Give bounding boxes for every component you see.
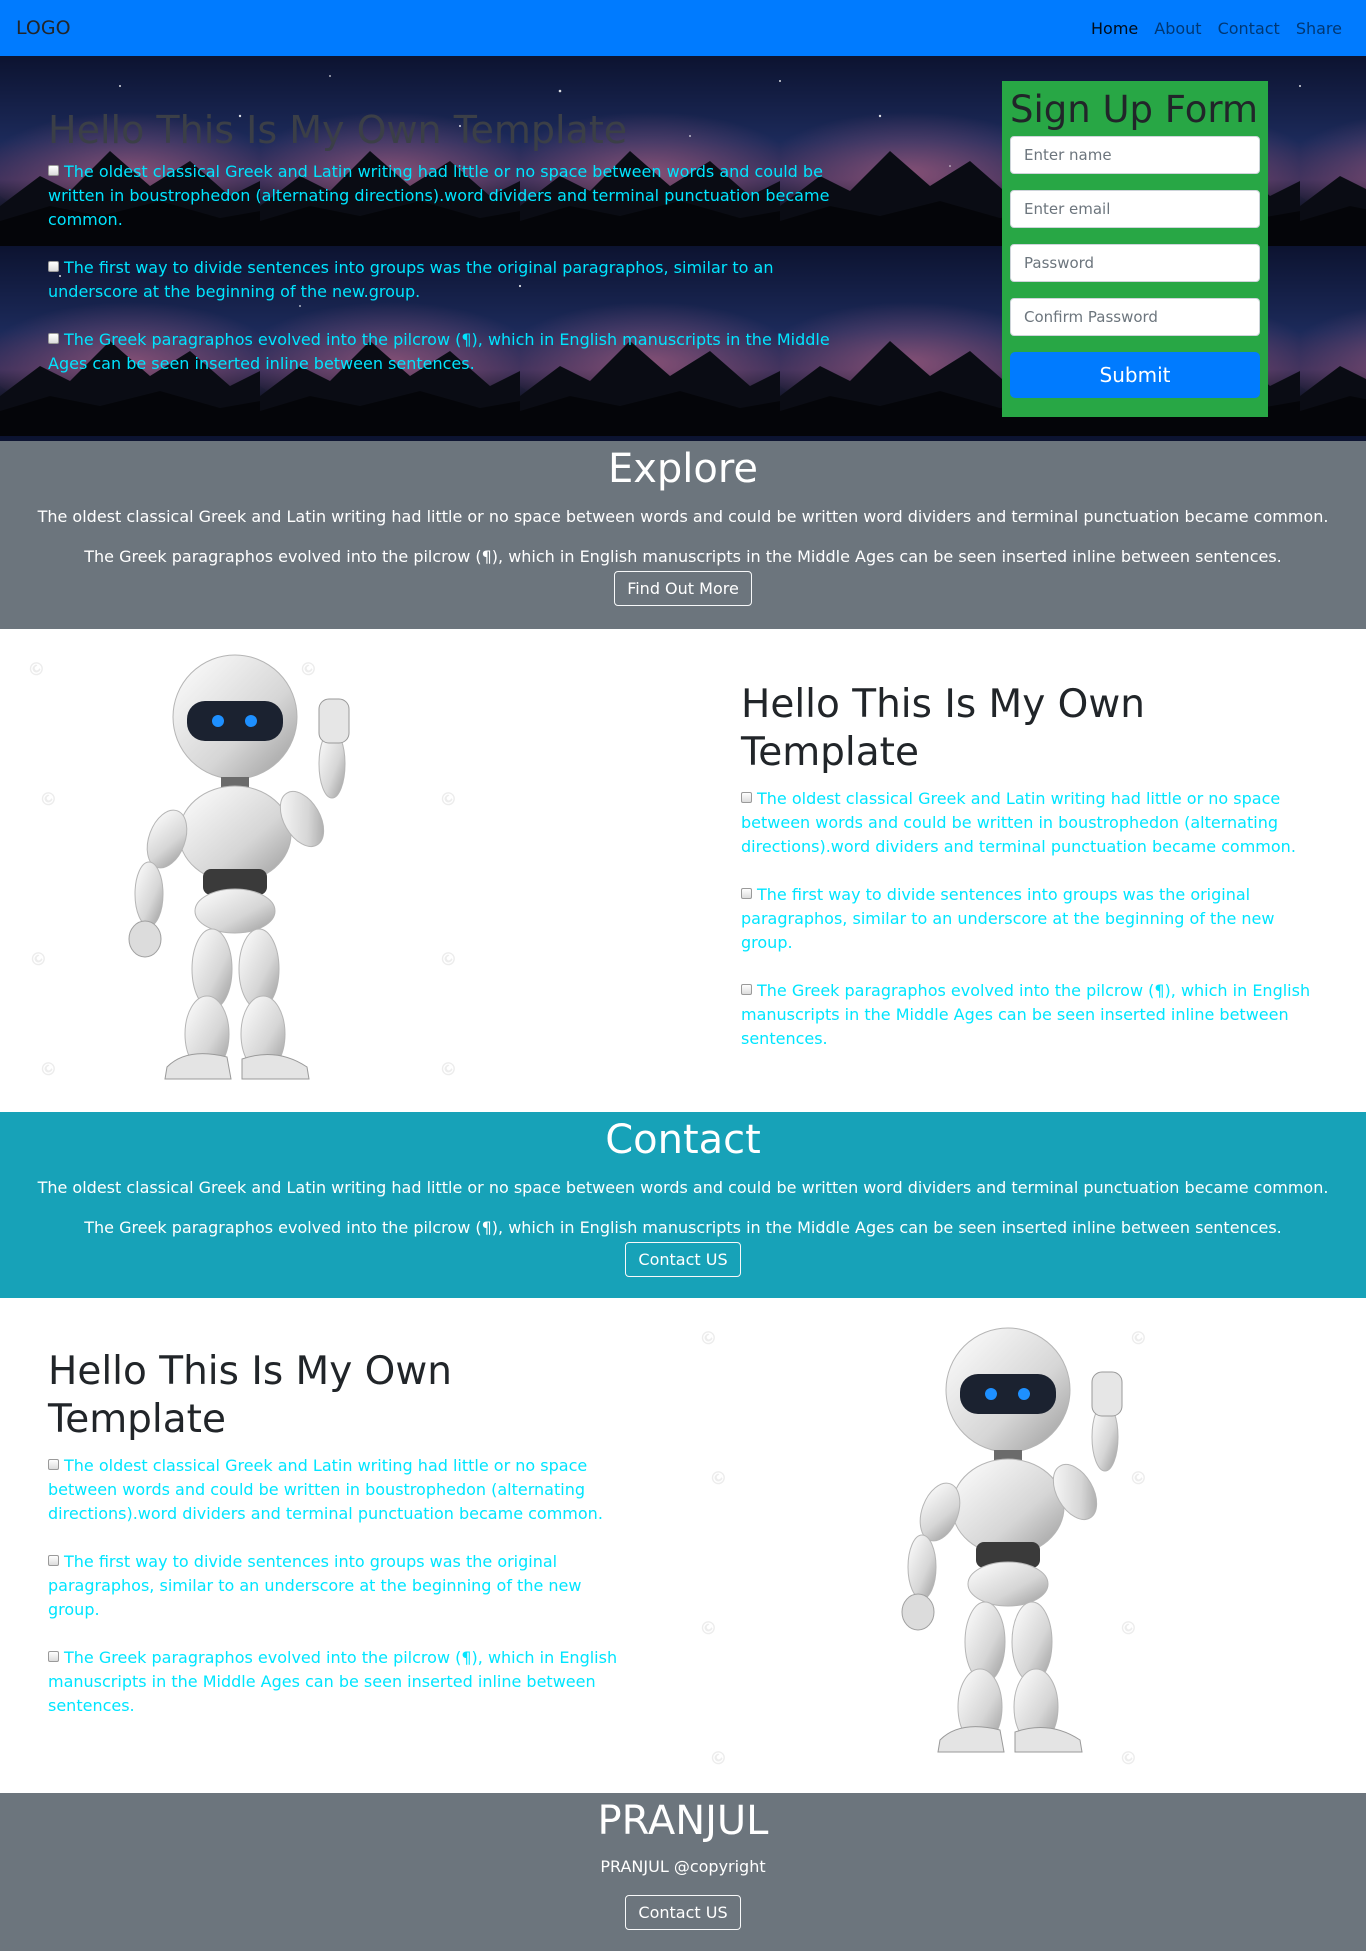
hero-paragraph-text: The first way to divide sentences into g… [48,257,774,301]
feature-paragraph-text: The Greek paragraphos evolved into the p… [741,981,1311,1048]
contact-text: The oldest classical Greek and Latin wri… [37,1178,1329,1197]
hero-paragraph-text: The Greek paragraphos evolved into the p… [48,329,830,373]
feature-paragraph-text: The Greek paragraphos evolved into the p… [48,1648,618,1715]
checkbox-icon[interactable] [48,1651,59,1662]
feature-paragraph: The Greek paragraphos evolved into the p… [48,1646,628,1718]
logo[interactable]: LOGO [16,17,71,39]
hero-paragraph: The Greek paragraphos evolved into the p… [48,328,848,376]
hero-paragraph: The oldest classical Greek and Latin wri… [48,160,848,232]
checkbox-icon[interactable] [48,1459,59,1470]
checkbox-icon[interactable] [48,332,59,344]
contact-title: Contact [605,1117,761,1163]
footer-copyright: PRANJUL @copyright [600,1857,766,1876]
robot-column [0,629,683,1112]
footer-contact-button[interactable]: Contact US [625,1895,741,1930]
confirm-password-input[interactable] [1010,297,1260,336]
robot-column [683,1298,1366,1793]
robot-image [128,654,349,1080]
feature-paragraph: The Greek paragraphos evolved into the p… [741,979,1318,1051]
find-out-more-button[interactable]: Find Out More [614,571,752,606]
feature-text-column: Hello This Is My Own Template The oldest… [0,1298,683,1793]
hero-paragraph: The first way to divide sentences into g… [48,256,848,304]
explore-title: Explore [607,446,759,492]
feature-text-column: Hello This Is My Own Template The oldest… [683,629,1366,1112]
nav-link-about[interactable]: About [1154,19,1201,38]
checkbox-icon[interactable] [48,164,59,176]
contact-us-button[interactable]: Contact US [625,1242,741,1277]
hero-paragraph-text: The oldest classical Greek and Latin wri… [48,161,830,229]
hero-section: Hello This Is My Own Template The oldest… [0,56,1366,441]
feature-section: © © © © © © © © Hello This Is My Own Tem… [0,629,1366,1112]
feature-paragraph-text: The first way to divide sentences into g… [741,885,1275,952]
robot-image [901,1327,1122,1753]
signup-title: Sign Up Form [1010,88,1258,131]
hero-title: Hello This Is My Own Template [48,108,628,152]
feature-paragraph: The oldest classical Greek and Latin wri… [741,787,1318,859]
checkbox-icon[interactable] [741,792,752,803]
checkbox-icon[interactable] [48,1555,59,1566]
feature-section: © © © © © © © © Hello This Is My Own Tem… [0,1298,1366,1793]
footer-title: PRANJUL [597,1798,769,1844]
feature-paragraph: The first way to divide sentences into g… [741,883,1318,955]
feature-paragraph-text: The oldest classical Greek and Latin wri… [741,789,1296,856]
checkbox-icon[interactable] [741,888,752,899]
feature-paragraph-text: The first way to divide sentences into g… [48,1552,582,1619]
checkbox-icon[interactable] [741,984,752,995]
contact-section: Contact The oldest classical Greek and L… [0,1112,1366,1298]
hero-content: Hello This Is My Own Template The oldest… [0,56,1366,417]
signup-form: Sign Up Form Submit [1002,81,1268,417]
email-input[interactable] [1010,189,1260,228]
nav-link-home[interactable]: Home [1091,19,1138,38]
navbar: LOGO Home About Contact Share [0,0,1366,56]
feature-paragraph: The oldest classical Greek and Latin wri… [48,1454,628,1526]
explore-section: Explore The oldest classical Greek and L… [0,441,1366,629]
password-input[interactable] [1010,243,1260,282]
hero-text: Hello This Is My Own Template The oldest… [48,56,848,417]
nav-links: Home About Contact Share [1091,19,1342,38]
feature-title: Hello This Is My Own Template [48,1349,452,1442]
explore-text: The oldest classical Greek and Latin wri… [37,507,1329,526]
feature-paragraph-text: The oldest classical Greek and Latin wri… [48,1456,603,1523]
feature-title: Hello This Is My Own Template [741,682,1145,775]
footer: PRANJUL PRANJUL @copyright Contact US [0,1793,1366,1951]
nav-link-contact[interactable]: Contact [1218,19,1280,38]
name-input[interactable] [1010,135,1260,174]
nav-link-share[interactable]: Share [1296,19,1342,38]
explore-text: The Greek paragraphos evolved into the p… [84,547,1282,566]
checkbox-icon[interactable] [48,260,59,272]
submit-button[interactable]: Submit [1010,351,1260,398]
contact-text: The Greek paragraphos evolved into the p… [84,1218,1282,1237]
feature-paragraph: The first way to divide sentences into g… [48,1550,628,1622]
